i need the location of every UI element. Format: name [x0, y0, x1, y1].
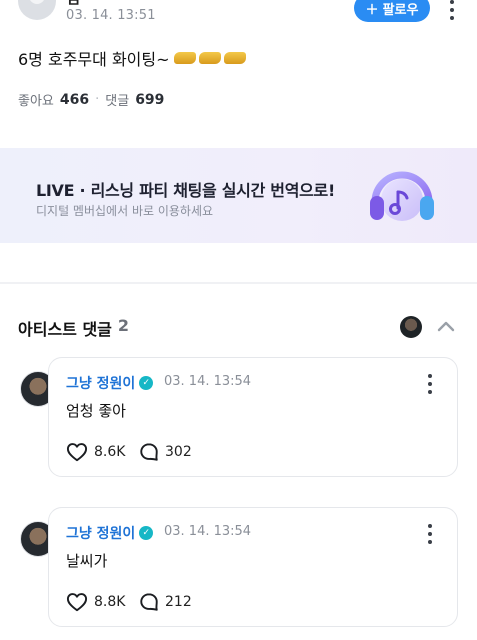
comment-reply-count: 302 — [165, 444, 192, 460]
comment-author-label: 그냥 정원이 — [66, 526, 136, 542]
banner-title: LIVE · 리스닝 파티 채팅을 실시간 번역으로! — [36, 181, 335, 200]
comments-label: 댓글 — [105, 94, 130, 109]
pointing-hands-emoji — [173, 52, 246, 64]
comment-author-label: 그냥 정원이 — [66, 376, 136, 392]
follow-button-label: 팔로우 — [382, 2, 419, 18]
comment-timestamp: 03. 14. 13:54 — [164, 524, 252, 539]
comment-like-button[interactable]: 8.6K — [66, 442, 125, 462]
comment-text: 엄청 좋아 — [66, 402, 126, 420]
post-author-name[interactable]: 잼 — [66, 0, 80, 8]
artist-mini-avatar — [400, 316, 422, 338]
verified-badge-icon: ✓ — [139, 376, 154, 390]
artist-comments-title: 아티스트 댓글 — [18, 320, 112, 339]
heart-icon — [66, 443, 88, 462]
comment-reply-button[interactable]: 212 — [139, 592, 192, 612]
plus-icon: ＋ — [365, 2, 379, 18]
comments-count: 699 — [135, 91, 165, 108]
post-timestamp: 03. 14. 13:51 — [66, 8, 156, 23]
chevron-up-icon[interactable] — [436, 317, 456, 337]
comment-author-name[interactable]: 그냥 정원이 ✓ — [66, 523, 154, 543]
comment-author-name[interactable]: 그냥 정원이 ✓ — [66, 373, 154, 393]
artist-comments-count: 2 — [117, 316, 130, 335]
likes-label: 좋아요 — [18, 94, 54, 109]
section-divider — [0, 282, 477, 284]
post-stats: 좋아요 466 · 댓글 699 — [18, 90, 165, 110]
comment-reply-count: 212 — [165, 594, 192, 610]
comment-text: 날씨가 — [66, 552, 108, 570]
headphones-music-icon — [370, 171, 434, 221]
comment-like-count: 8.6K — [94, 444, 126, 460]
verified-badge-icon: ✓ — [139, 526, 154, 540]
comment-like-count: 8.8K — [94, 594, 126, 610]
post-body: 6명 호주무대 화이팅~ — [18, 46, 246, 70]
comment-timestamp: 03. 14. 13:54 — [164, 374, 252, 389]
post-author-avatar[interactable] — [18, 0, 56, 20]
follow-button[interactable]: ＋ 팔로우 — [354, 0, 430, 22]
comment-more-icon[interactable] — [427, 374, 433, 394]
post-text: 6명 호주무대 화이팅~ — [18, 50, 170, 69]
speech-bubble-icon — [140, 593, 158, 611]
banner-subtitle: 디지털 멤버십에서 바로 이용하세요 — [36, 204, 214, 218]
comment-like-button[interactable]: 8.8K — [66, 592, 125, 612]
comment-reply-button[interactable]: 302 — [139, 442, 192, 462]
comment-more-icon[interactable] — [427, 524, 433, 544]
post-more-icon[interactable] — [449, 0, 455, 20]
artist-comments-header: 아티스트 댓글 2 — [18, 316, 129, 340]
likes-count: 466 — [59, 91, 90, 108]
heart-icon — [66, 593, 88, 612]
stats-separator: · — [95, 92, 100, 107]
speech-bubble-icon — [140, 443, 158, 461]
